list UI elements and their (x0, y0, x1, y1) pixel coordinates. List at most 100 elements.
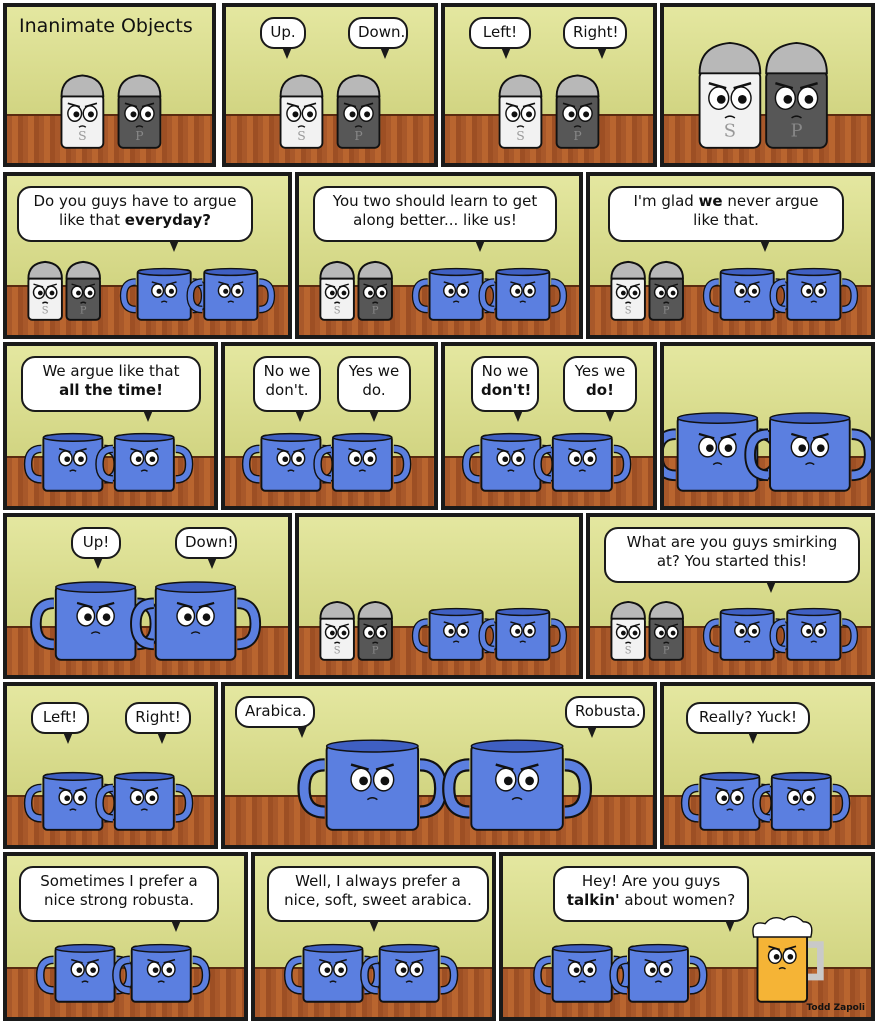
speech-text: Right! (135, 708, 181, 726)
pepper-shaker: P (117, 74, 162, 149)
comic-panel-13: SP (295, 513, 583, 679)
speech-text: Yes we do. (348, 362, 400, 399)
svg-text:S: S (724, 121, 736, 142)
speech-bubble: Yes we do. (337, 356, 411, 422)
speech-tail (157, 732, 167, 744)
speech-bubble: I'm glad we never argue like that. (608, 186, 844, 252)
speech-tail (295, 410, 305, 422)
comic-panel-4: SP (660, 3, 875, 167)
pepper-shaker: P (648, 260, 684, 321)
svg-text:S: S (334, 306, 341, 317)
beer-mug (752, 915, 824, 1003)
speech-tail (297, 726, 307, 738)
speech-bubble: What are you guys smirking at? You start… (604, 527, 860, 593)
speech-text: We argue like that all the time! (42, 362, 180, 399)
salt-shaker: S (279, 74, 324, 149)
speech-tail (501, 47, 511, 59)
comic-panel-5: S P Do you guys have to argue like that ev… (3, 172, 292, 339)
salt-shaker: S (698, 42, 762, 149)
speech-text: Hey! Are you guys talkin' about women? (566, 872, 736, 909)
speech-text: Down. (358, 23, 406, 41)
speech-text: Right! (573, 23, 619, 41)
speech-bubble: No we don't! (471, 356, 539, 422)
speech-bubble: Up. (260, 17, 306, 59)
pepper-shaker: P (336, 74, 381, 149)
svg-text:P: P (372, 306, 379, 317)
speech-bubble: Arabica. (235, 696, 315, 738)
pepper-shaker: P (65, 260, 101, 321)
comic-panel-7: S P I'm glad we never argue like that. (586, 172, 875, 339)
svg-text:P: P (790, 121, 802, 142)
coffee-mug (23, 771, 122, 831)
salt-shaker: S (27, 260, 63, 321)
coffee-mug (533, 432, 632, 492)
speech-tail (369, 410, 379, 422)
speech-tail (93, 557, 103, 569)
coffee-mug (752, 771, 851, 831)
salt-shaker: S (319, 260, 355, 321)
speech-bubble: Yes we do! (563, 356, 637, 422)
speech-text: You two should learn to get along better… (332, 192, 538, 229)
svg-text:P: P (135, 129, 143, 143)
speech-text: Do you guys have to argue like that ever… (33, 192, 237, 229)
salt-shaker: S (610, 260, 646, 321)
speech-text: Up. (270, 23, 296, 41)
pepper-shaker: P (648, 600, 684, 661)
speech-bubble: Left! (469, 17, 531, 59)
coffee-mug (241, 432, 340, 492)
svg-text:P: P (80, 306, 87, 317)
comic-panel-1: S P Inanimate Objects (3, 3, 216, 167)
svg-text:S: S (42, 306, 49, 317)
pepper-shaker: P (357, 260, 393, 321)
coffee-mug (442, 739, 593, 831)
speech-tail (207, 557, 217, 569)
speech-bubble: Right! (125, 702, 191, 744)
speech-text: Robusta. (575, 702, 641, 720)
salt-shaker: S (319, 600, 355, 661)
speech-bubble: Robusta. (565, 696, 645, 738)
svg-text:P: P (663, 306, 670, 317)
speech-text: I'm glad we never argue like that. (633, 192, 819, 229)
coffee-mug (95, 432, 194, 492)
panel-art: SP (698, 42, 828, 149)
speech-text: What are you guys smirking at? You start… (626, 533, 838, 570)
svg-text:S: S (334, 646, 341, 657)
speech-text: Really? Yuck! (698, 708, 797, 726)
comic-panel-19: Well, I always prefer a nice, soft, swee… (251, 852, 496, 1021)
speech-text: Well, I always prefer a nice, soft, swee… (284, 872, 472, 909)
comic-panel-8: We argue like that all the time! (3, 342, 218, 510)
comic-panel-18: Sometimes I prefer a nice strong robusta… (3, 852, 248, 1021)
svg-text:S: S (625, 306, 632, 317)
speech-tail (605, 410, 615, 422)
comic-panel-16: Arabica. Robusta. (221, 682, 657, 849)
comic-title: Inanimate Objects (19, 15, 193, 37)
speech-bubble: Up! (71, 527, 121, 569)
speech-bubble: Left! (31, 702, 89, 744)
panel-art: SP (319, 600, 568, 661)
comic-panel-9: No we don't. Yes we do. (221, 342, 438, 510)
svg-text:S: S (516, 129, 524, 143)
speech-tail (766, 581, 776, 593)
speech-tail (513, 410, 523, 422)
speech-tail (169, 240, 179, 252)
speech-bubble: No we don't. (253, 356, 321, 422)
coffee-mug (744, 412, 871, 492)
coffee-mug (461, 432, 560, 492)
speech-tail (587, 726, 597, 738)
coffee-mug (680, 771, 779, 831)
svg-text:P: P (573, 129, 581, 143)
speech-bubble: Down. (348, 17, 408, 59)
speech-tail (475, 240, 485, 252)
svg-text:P: P (372, 646, 379, 657)
speech-text: Sometimes I prefer a nice strong robusta… (40, 872, 198, 909)
speech-text: No we don't. (263, 362, 311, 399)
comic-panel-6: S P You two should learn to get along bett… (295, 172, 583, 339)
speech-text: Left! (42, 708, 78, 726)
coffee-mug (23, 432, 122, 492)
comic-panel-10: No we don't! Yes we do! (441, 342, 657, 510)
speech-tail (369, 920, 379, 932)
svg-text:S: S (625, 646, 632, 657)
coffee-mug (297, 739, 448, 831)
speech-bubble: Do you guys have to argue like that ever… (17, 186, 253, 252)
panel-art (30, 581, 262, 661)
